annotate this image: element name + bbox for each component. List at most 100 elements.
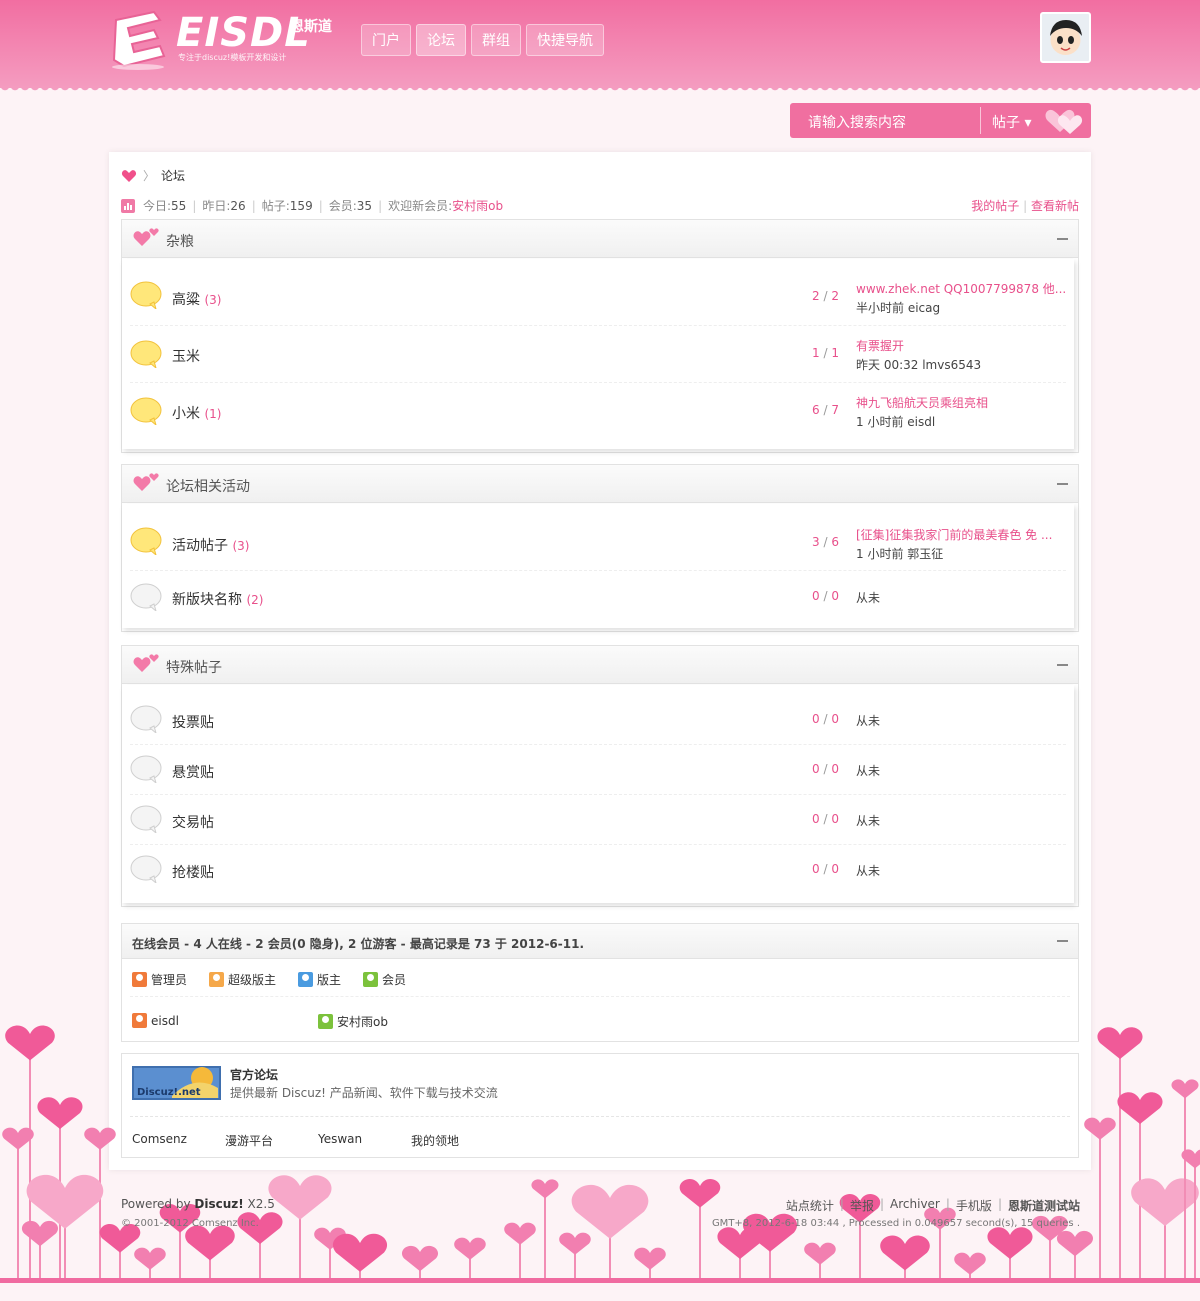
stat-today: 55 [171, 198, 187, 213]
forum-name[interactable]: 交易帖 [172, 812, 214, 832]
collapse-icon[interactable] [1057, 940, 1068, 942]
forum-row: 活动帖子 (3) 3 / 6 [征集]征集我家门前的最美春色 免 ... 1 小… [130, 504, 1066, 571]
breadcrumb: 〉 论坛 [121, 167, 185, 184]
forum-old-bubble-icon [130, 855, 162, 883]
category-heart-icon [133, 473, 159, 491]
forum-counts: 1 / 1 [812, 346, 839, 360]
category-title[interactable]: 杂粮 [166, 231, 194, 251]
collapse-icon[interactable] [1057, 238, 1068, 240]
forum-counts: 0 / 0 [812, 862, 839, 876]
site-logo[interactable]: EISDL 恩斯道 专注于discuz!模板开发和设计 [108, 8, 348, 72]
forum-name[interactable]: 活动帖子 (3) [172, 535, 249, 555]
forum-old-bubble-icon [130, 583, 162, 611]
stat-yesterday: 26 [230, 198, 246, 213]
forum-counts: 0 / 0 [812, 762, 839, 776]
member-legend: 管理员 超级版主 版主 会员 [132, 971, 406, 988]
category-box: 特殊帖子 投票贴 0 / 0 从未 悬赏贴 0 / 0 从未 交易帖 0 / 0… [121, 645, 1079, 907]
breadcrumb-separator: 〉 [143, 169, 156, 183]
forum-row: 玉米 1 / 1 有票握开 昨天 00:32 lmvs6543 [130, 326, 1066, 383]
top-links: 我的帖子 | 查看新帖 [971, 199, 1079, 213]
collapse-icon[interactable] [1057, 483, 1068, 485]
collapse-icon[interactable] [1057, 664, 1068, 666]
category-heart-icon [133, 228, 159, 246]
forum-name[interactable]: 高粱 (3) [172, 289, 221, 309]
nav-portal[interactable]: 门户 [361, 24, 411, 56]
search-type-select[interactable]: 帖子 ▾ [992, 112, 1031, 132]
last-post-never: 从未 [856, 864, 881, 878]
legend-member: 会员 [363, 971, 406, 988]
forum-row: 高粱 (3) 2 / 2 www.zhek.net QQ1007799878 他… [130, 259, 1066, 326]
logo-cn: 恩斯道 [290, 19, 332, 35]
last-post-title[interactable]: www.zhek.net QQ1007799878 他... [856, 280, 1066, 297]
newest-member-link[interactable]: 安村雨ob [452, 197, 503, 214]
forum-name[interactable]: 抢楼贴 [172, 862, 214, 882]
footer-link-stats[interactable]: 站点统计 [786, 1197, 834, 1214]
legend-super-mod: 超级版主 [209, 971, 276, 988]
last-post-title[interactable]: 神九飞船航天员乘组亮相 [856, 394, 988, 411]
forum-counts: 0 / 0 [812, 812, 839, 826]
footer-link-report[interactable]: 举报 [850, 1197, 874, 1214]
home-heart-icon[interactable] [121, 169, 137, 183]
product-link[interactable]: Discuz! [194, 1197, 243, 1211]
member-user-icon [363, 972, 379, 987]
avatar-face-icon [1042, 14, 1089, 61]
hearts-decoration [0, 1025, 1200, 1283]
search-heart-button[interactable] [1040, 105, 1088, 136]
forum-list: 活动帖子 (3) 3 / 6 [征集]征集我家门前的最美春色 免 ... 1 小… [122, 504, 1074, 628]
online-header: 在线会员 - 4 人在线 - 2 会员(0 隐身), 2 位游客 - 最高记录是… [122, 924, 1078, 959]
forum-row: 抢楼贴 0 / 0 从未 [130, 845, 1066, 895]
last-post-title[interactable]: [征集]征集我家门前的最美春色 免 ... [856, 526, 1052, 543]
forum-new-bubble-icon [130, 397, 162, 425]
footer-powered: Powered by Discuz! X2.5 [121, 1197, 275, 1211]
mod-user-icon [298, 972, 314, 987]
forum-counts: 0 / 0 [812, 712, 839, 726]
forum-row: 悬赏贴 0 / 0 从未 [130, 745, 1066, 795]
forum-name[interactable]: 小米 (1) [172, 403, 221, 423]
stat-members: 35 [356, 198, 373, 213]
forum-name[interactable]: 悬赏贴 [172, 762, 214, 782]
last-post-never: 从未 [856, 814, 881, 828]
super-mod-user-icon [209, 972, 225, 987]
my-posts-link[interactable]: 我的帖子 [971, 199, 1019, 213]
footer-link-mobile[interactable]: 手机版 [956, 1197, 992, 1214]
logo-mark-icon [112, 10, 166, 70]
logo-subtitle: 专注于discuz!模板开发和设计 [178, 53, 287, 62]
category-title[interactable]: 特殊帖子 [166, 657, 222, 677]
stats-chart-icon [121, 198, 135, 213]
category-header: 特殊帖子 [122, 646, 1078, 684]
footer-link-archiver[interactable]: Archiver [890, 1197, 940, 1214]
last-post-never: 从未 [856, 714, 881, 728]
forum-new-bubble-icon [130, 527, 162, 555]
search-input[interactable]: 请输入搜索内容 [808, 112, 906, 132]
forum-new-bubble-icon [130, 340, 162, 368]
forum-list: 高粱 (3) 2 / 2 www.zhek.net QQ1007799878 他… [122, 259, 1074, 449]
avatar[interactable] [1040, 12, 1091, 63]
forum-old-bubble-icon [130, 755, 162, 783]
search-divider [980, 107, 981, 134]
nav-forum[interactable]: 论坛 [416, 24, 466, 56]
forum-row: 小米 (1) 6 / 7 神九飞船航天员乘组亮相 1 小时前 eisdl [130, 383, 1066, 440]
forum-name[interactable]: 新版块名称 (2) [172, 589, 263, 609]
last-post-never: 从未 [856, 591, 881, 605]
footer-links: 站点统计 | 举报 | Archiver | 手机版 | 恩斯道测试站 [785, 1197, 1080, 1214]
category-title[interactable]: 论坛相关活动 [166, 476, 250, 496]
forum-counts: 6 / 7 [812, 403, 839, 417]
stat-posts: 159 [289, 198, 313, 213]
category-header: 论坛相关活动 [122, 465, 1078, 503]
site-header: EISDL 恩斯道 专注于discuz!模板开发和设计 门户 论坛 群组 快捷导… [0, 0, 1200, 94]
forum-name[interactable]: 玉米 [172, 346, 200, 366]
forum-new-bubble-icon [130, 281, 162, 309]
nav-quick[interactable]: 快捷导航 [526, 24, 604, 56]
legend-admin: 管理员 [132, 971, 187, 988]
forum-name[interactable]: 投票贴 [172, 712, 214, 732]
last-post-meta: 1 小时前 郭玉征 [856, 547, 944, 561]
new-posts-link[interactable]: 查看新帖 [1031, 199, 1079, 213]
nav-group[interactable]: 群组 [471, 24, 521, 56]
breadcrumb-current[interactable]: 论坛 [161, 167, 185, 184]
forum-counts: 0 / 0 [812, 589, 839, 603]
footer-process-info: GMT+8, 2012-6-18 03:44 , Processed in 0.… [711, 1218, 1080, 1229]
last-post-never: 从未 [856, 764, 881, 778]
main-nav: 门户 论坛 群组 快捷导航 [361, 24, 604, 56]
last-post-title[interactable]: 有票握开 [856, 337, 904, 354]
footer-link-site[interactable]: 恩斯道测试站 [1008, 1197, 1080, 1214]
